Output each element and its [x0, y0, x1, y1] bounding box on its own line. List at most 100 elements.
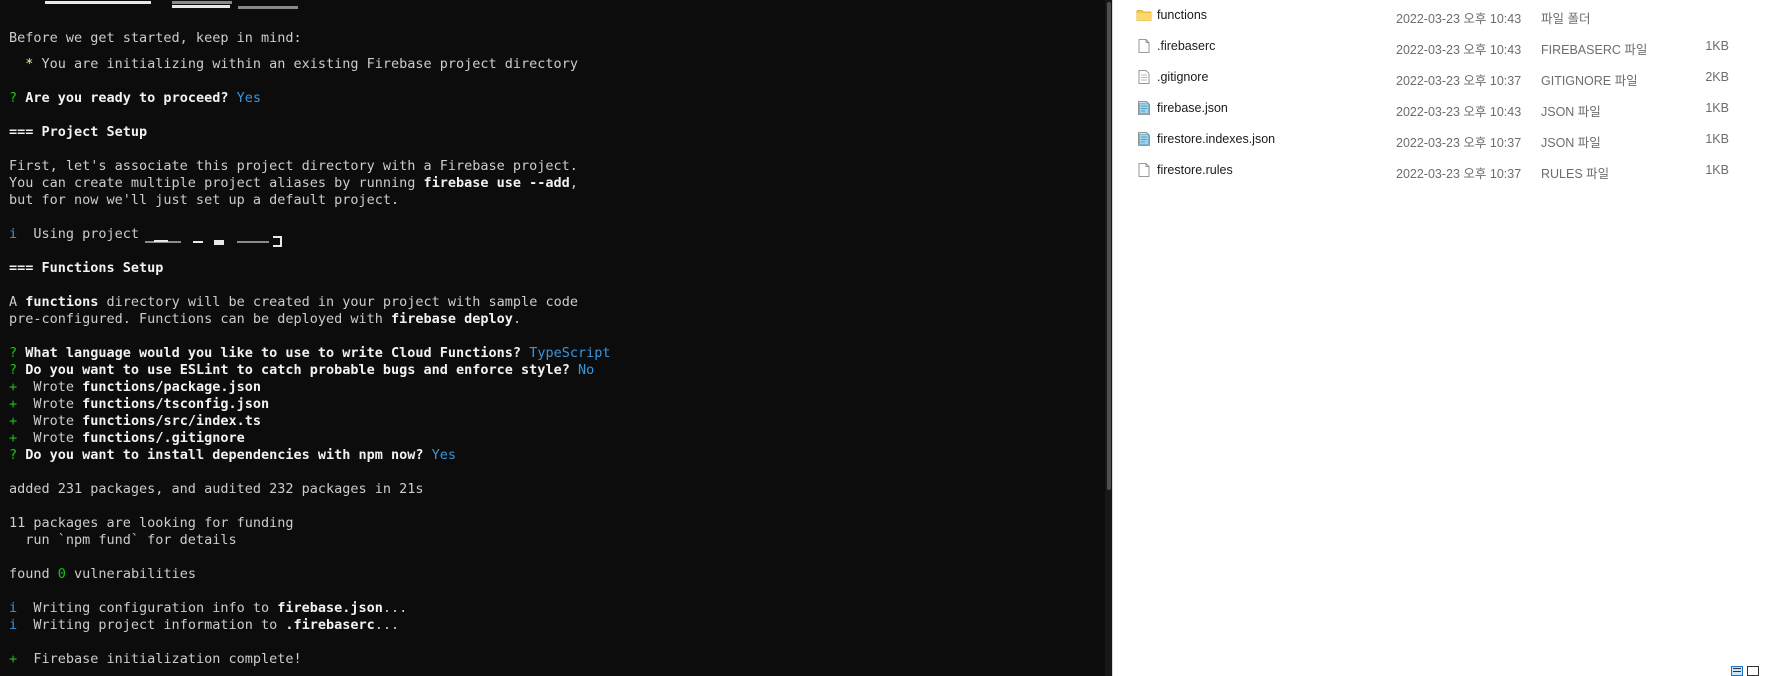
terminal-text: A — [9, 294, 26, 310]
file-row[interactable]: .gitignore 2022-03-23 오후 10:37 GITIGNORE 파… — [1113, 62, 1778, 93]
file-type: FIREBASERC 파일 — [1541, 43, 1648, 57]
terminal-line: + Wrote functions/src/index.ts — [9, 413, 261, 430]
file-modified-date: 2022-03-23 오후 10:37 — [1396, 167, 1522, 181]
terminal-text: 11 packages are looking for funding — [9, 515, 294, 531]
terminal-line: A functions directory will be created in… — [9, 294, 578, 311]
terminal-text: + — [9, 396, 34, 412]
terminal-text: Yes — [236, 90, 261, 106]
file-row[interactable]: functions 2022-03-23 오후 10:43 파일 폴더 — [1113, 0, 1778, 31]
terminal-line: Before we get started, keep in mind: — [9, 30, 302, 47]
file-modified-date: 2022-03-23 오후 10:43 — [1396, 12, 1522, 26]
terminal-window[interactable]: Before we get started, keep in mind: * Y… — [0, 0, 1112, 676]
terminal-text: . — [512, 311, 522, 327]
text-file-icon — [1136, 69, 1152, 85]
terminal-text: functions/package.json — [82, 379, 261, 395]
terminal-text: Wrote — [33, 396, 83, 412]
terminal-text: functions/tsconfig.json — [82, 396, 270, 412]
file-row[interactable]: firestore.rules 2022-03-23 오후 10:37 RULES … — [1113, 155, 1778, 186]
file-name: functions — [1157, 8, 1208, 22]
terminal-line: 11 packages are looking for funding — [9, 515, 293, 532]
redacted-project-id — [237, 241, 269, 243]
terminal-line: === Project Setup — [9, 124, 147, 141]
terminal-scrollbar-thumb[interactable] — [1107, 2, 1111, 490]
file-name: .firebaserc — [1157, 39, 1216, 53]
json-file-icon — [1136, 131, 1152, 147]
json-file-icon — [1136, 100, 1152, 116]
terminal-text: functions/.gitignore — [82, 430, 245, 446]
terminal-line: First, let's associate this project dire… — [9, 158, 578, 175]
terminal-text: ? — [9, 447, 26, 463]
terminal-text: ? — [9, 362, 26, 378]
terminal-text: + — [9, 651, 34, 667]
file-row[interactable]: firestore.indexes.json 2022-03-23 오후 10:3… — [1113, 124, 1778, 155]
view-mode-buttons — [1729, 664, 1769, 676]
terminal-text: functions/src/index.ts — [82, 413, 261, 429]
terminal-line: + Wrote functions/package.json — [9, 379, 261, 396]
file-type: RULES 파일 — [1541, 167, 1610, 181]
terminal-line: pre-configured. Functions can be deploye… — [9, 311, 521, 328]
terminal-line: + Firebase initialization complete! — [9, 651, 302, 668]
terminal-line: ? What language would you like to use to… — [9, 345, 610, 362]
terminal-text: You can create multiple project aliases … — [9, 175, 424, 191]
file-icon — [1136, 162, 1152, 178]
terminal-text: firebase deploy — [391, 311, 513, 327]
terminal-line: === Functions Setup — [9, 260, 163, 277]
terminal-line: + Wrote functions/tsconfig.json — [9, 396, 269, 413]
file-modified-date: 2022-03-23 오후 10:43 — [1396, 105, 1522, 119]
terminal-line: added 231 packages, and audited 232 pack… — [9, 481, 424, 498]
terminal-text: but for now we'll just set up a default … — [9, 192, 400, 208]
file-name: firebase.json — [1157, 101, 1228, 115]
terminal-text: i — [9, 617, 34, 633]
file-type: JSON 파일 — [1541, 136, 1601, 150]
terminal-text: i — [9, 600, 34, 616]
terminal-line: i Writing configuration info to firebase… — [9, 600, 407, 617]
file-row[interactable]: .firebaserc 2022-03-23 오후 10:43 FIREBASERC… — [1113, 31, 1778, 62]
terminal-text: ... — [374, 617, 400, 633]
terminal-text: , — [569, 175, 578, 191]
redacted-project-id — [280, 236, 282, 247]
terminal-line: You can create multiple project aliases … — [9, 175, 578, 192]
terminal-text: Wrote — [33, 430, 83, 446]
file-type: JSON 파일 — [1541, 105, 1601, 119]
terminal-text: functions — [25, 294, 99, 310]
terminal-text: You are initializing within an existing … — [41, 56, 578, 72]
terminal-text: === Project Setup — [9, 124, 148, 140]
terminal-text: Writing project information to — [33, 617, 286, 633]
terminal-line: run `npm fund` for details — [9, 532, 236, 549]
terminal-text: * — [9, 56, 42, 72]
terminal-text: added 231 packages, and audited 232 pack… — [9, 481, 424, 497]
terminal-text: ? — [9, 90, 26, 106]
redacted-project-id — [154, 240, 168, 242]
large-icons-view-button[interactable] — [1747, 666, 1759, 676]
terminal-text: + — [9, 430, 34, 446]
terminal-text: No — [577, 362, 595, 378]
file-modified-date: 2022-03-23 오후 10:43 — [1396, 43, 1522, 57]
terminal-text: Before we get started, keep in mind: — [9, 30, 302, 46]
terminal-line: but for now we'll just set up a default … — [9, 192, 399, 209]
terminal-text: Do you want to install dependencies with… — [25, 447, 432, 463]
terminal-text: directory will be created in your projec… — [98, 294, 578, 310]
terminal-text: found — [9, 566, 58, 582]
redacted-project-id — [214, 240, 224, 245]
file-explorer-list: functions 2022-03-23 오후 10:43 파일 폴더 .fireba… — [1112, 0, 1778, 676]
terminal-text: + — [9, 379, 34, 395]
terminal-text: firebase use --add — [423, 175, 570, 191]
terminal-line: + Wrote functions/.gitignore — [9, 430, 245, 447]
terminal-text: pre-configured. Functions can be deploye… — [9, 311, 392, 327]
terminal-text: Firebase initialization complete! — [33, 651, 302, 667]
terminal-text: .firebaserc — [285, 617, 375, 633]
details-view-icon — [1733, 668, 1741, 672]
terminal-text: ... — [382, 600, 408, 616]
redacted-text — [172, 5, 230, 8]
terminal-text: TypeScript — [529, 345, 611, 361]
terminal-text: ? — [9, 345, 26, 361]
file-size: 2KB — [1705, 70, 1729, 84]
terminal-text: === Functions Setup — [9, 260, 164, 276]
terminal-text: First, let's associate this project dire… — [9, 158, 578, 174]
file-row[interactable]: firebase.json 2022-03-23 오후 10:43 JSON 파일 1… — [1113, 93, 1778, 124]
terminal-text: i — [9, 226, 34, 242]
terminal-text: vulnerabilities — [65, 566, 196, 582]
terminal-line: ? Do you want to use ESLint to catch pro… — [9, 362, 594, 379]
details-view-button[interactable] — [1731, 666, 1743, 676]
terminal-text: Are you ready to proceed? — [25, 90, 237, 106]
